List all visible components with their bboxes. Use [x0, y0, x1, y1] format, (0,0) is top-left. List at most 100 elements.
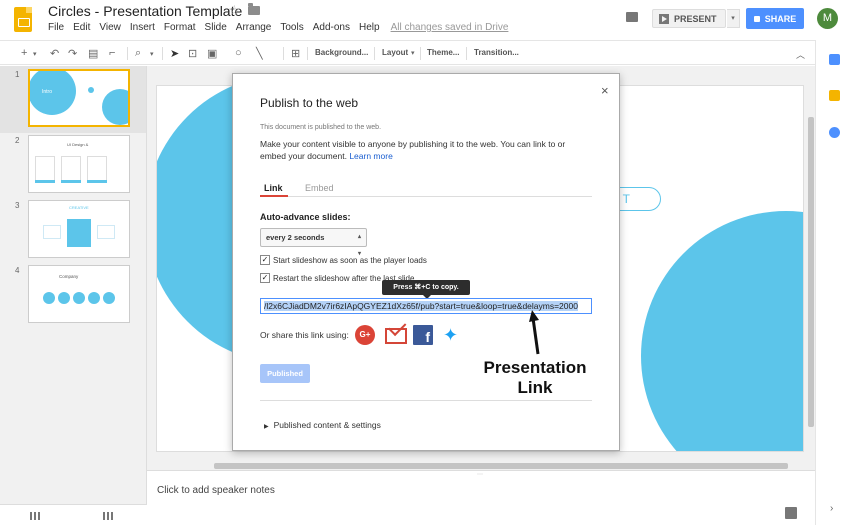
auto-advance-select[interactable]: every 2 seconds ▴ ▾ [260, 228, 367, 257]
share-link-label: Or share this link using: [260, 330, 349, 340]
notes-resize-handle[interactable]: ⋯ [477, 471, 491, 478]
explore-icon[interactable] [785, 507, 797, 519]
line-icon[interactable]: ╲ [256, 47, 263, 60]
toolbar: + ▾ ↶ ↷ ▤ ⌐ ⌕ ▾ ➤ ⊡ ▣ ○ ╲ ⊞ Background..… [0, 40, 815, 65]
zoom-dropdown-icon[interactable]: ▾ [150, 50, 154, 58]
text-box-icon[interactable]: ⊡ [188, 47, 197, 60]
speaker-notes-panel[interactable]: ⋯ Click to add speaker notes [147, 470, 815, 525]
active-tab-indicator [260, 195, 288, 197]
menu-file[interactable]: File [48, 22, 64, 33]
document-title[interactable]: Circles - Presentation Template [48, 3, 242, 19]
filmstrip-footer [0, 504, 147, 525]
learn-more-link[interactable]: Learn more [349, 151, 392, 161]
annotation-line-2: Link [517, 378, 553, 397]
menu-bar: File Edit View Insert Format Slide Arran… [48, 22, 517, 33]
share-button[interactable]: SHARE [746, 8, 804, 29]
play-icon [659, 13, 669, 24]
layout-dropdown-icon[interactable]: ▾ [411, 49, 415, 57]
menu-slide[interactable]: Slide [205, 22, 227, 33]
vertical-scrollbar[interactable] [808, 117, 814, 427]
annotation-label: Presentation Link [470, 358, 600, 398]
print-icon[interactable]: ▤ [88, 47, 98, 60]
star-icon[interactable]: ☆ [228, 2, 241, 19]
tab-link[interactable]: Link [264, 183, 283, 193]
share-label: SHARE [764, 13, 797, 24]
side-panel-rail: › [815, 40, 850, 525]
slide-thumbnail-4[interactable]: Company [28, 265, 130, 323]
restart-checkbox[interactable]: ✓ [260, 273, 270, 283]
slide-filmstrip: 1 Intro 2 UI Design & 3 CREATIVE 4 Compa… [0, 66, 147, 504]
thumb-bar [35, 180, 55, 183]
saved-status-link[interactable]: All changes saved in Drive [391, 22, 509, 33]
background-button[interactable]: Background... [315, 48, 368, 57]
thumb-circle [102, 89, 128, 125]
thumb-title: Intro [42, 89, 53, 95]
thumb-title: UI Design & [67, 142, 89, 147]
calendar-icon[interactable] [829, 54, 840, 65]
slide-thumbnail-2[interactable]: UI Design & [28, 135, 130, 193]
horizontal-scrollbar[interactable] [214, 463, 788, 469]
keep-icon[interactable] [829, 90, 840, 101]
facebook-icon[interactable]: f [413, 325, 433, 345]
annotation-line-1: Presentation [483, 358, 587, 377]
thumb-title: CREATIVE [69, 205, 89, 210]
toolbar-divider [466, 47, 467, 60]
google-plus-icon[interactable]: G+ [355, 325, 375, 345]
menu-tools[interactable]: Tools [280, 22, 303, 33]
collapse-toolbar-icon[interactable]: ︿ [796, 48, 805, 61]
start-on-load-row: ✓ Start slideshow as soon as the player … [260, 255, 427, 265]
shape-icon[interactable]: ○ [235, 47, 242, 59]
slides-logo-icon[interactable] [14, 7, 32, 32]
slide-number: 3 [15, 201, 20, 210]
thumb-circle [103, 292, 115, 304]
zoom-icon[interactable]: ⌕ [135, 47, 141, 60]
menu-help[interactable]: Help [359, 22, 380, 33]
published-settings-toggle[interactable]: ▶ Published content & settings [264, 420, 381, 430]
present-label: PRESENT [674, 13, 717, 24]
menu-addons[interactable]: Add-ons [313, 22, 350, 33]
avatar[interactable]: M [817, 8, 838, 29]
twitter-icon[interactable]: ✦ [443, 325, 463, 345]
select-cursor-icon[interactable]: ➤ [170, 47, 179, 60]
gmail-icon[interactable] [385, 328, 407, 344]
redo-icon[interactable]: ↷ [68, 47, 77, 60]
undo-icon[interactable]: ↶ [50, 47, 59, 60]
published-button[interactable]: Published [260, 364, 310, 383]
slide-thumbnail-1[interactable]: Intro [28, 69, 130, 127]
present-dropdown-button[interactable]: ▾ [727, 9, 740, 28]
annotation-arrow-icon [529, 310, 540, 355]
dialog-divider [260, 400, 592, 401]
image-icon[interactable]: ▣ [207, 47, 217, 60]
tab-embed[interactable]: Embed [305, 183, 334, 193]
menu-view[interactable]: View [99, 22, 121, 33]
transition-button[interactable]: Transition... [474, 48, 519, 57]
grid-view-icon[interactable] [103, 512, 113, 520]
description-text: Make your content visible to anyone by p… [260, 139, 566, 161]
start-on-load-checkbox[interactable]: ✓ [260, 255, 270, 265]
speaker-notes-placeholder[interactable]: Click to add speaker notes [157, 485, 275, 496]
filmstrip-view-icon[interactable] [30, 512, 40, 520]
present-button[interactable]: PRESENT [652, 9, 726, 28]
comment-add-icon[interactable]: ⊞ [291, 47, 300, 60]
menu-insert[interactable]: Insert [130, 22, 155, 33]
paint-format-icon[interactable]: ⌐ [109, 47, 115, 59]
expand-panel-icon[interactable]: › [830, 503, 833, 514]
folder-icon[interactable] [248, 3, 260, 15]
layout-button[interactable]: Layout [382, 48, 408, 57]
menu-edit[interactable]: Edit [73, 22, 90, 33]
thumb-card [43, 225, 61, 239]
thumb-circle [43, 292, 55, 304]
comments-icon[interactable] [626, 12, 638, 22]
decorative-circle [641, 211, 803, 451]
new-slide-icon[interactable]: + [21, 47, 27, 59]
menu-format[interactable]: Format [164, 22, 196, 33]
menu-arrange[interactable]: Arrange [236, 22, 272, 33]
thumb-bar [87, 180, 107, 183]
slide-thumbnail-3[interactable]: CREATIVE [28, 200, 130, 258]
tasks-icon[interactable] [829, 127, 840, 138]
new-slide-dropdown-icon[interactable]: ▾ [33, 50, 37, 58]
thumb-dot [88, 87, 94, 93]
close-icon[interactable]: × [601, 83, 609, 98]
theme-button[interactable]: Theme... [427, 48, 459, 57]
thumb-card [67, 219, 91, 247]
